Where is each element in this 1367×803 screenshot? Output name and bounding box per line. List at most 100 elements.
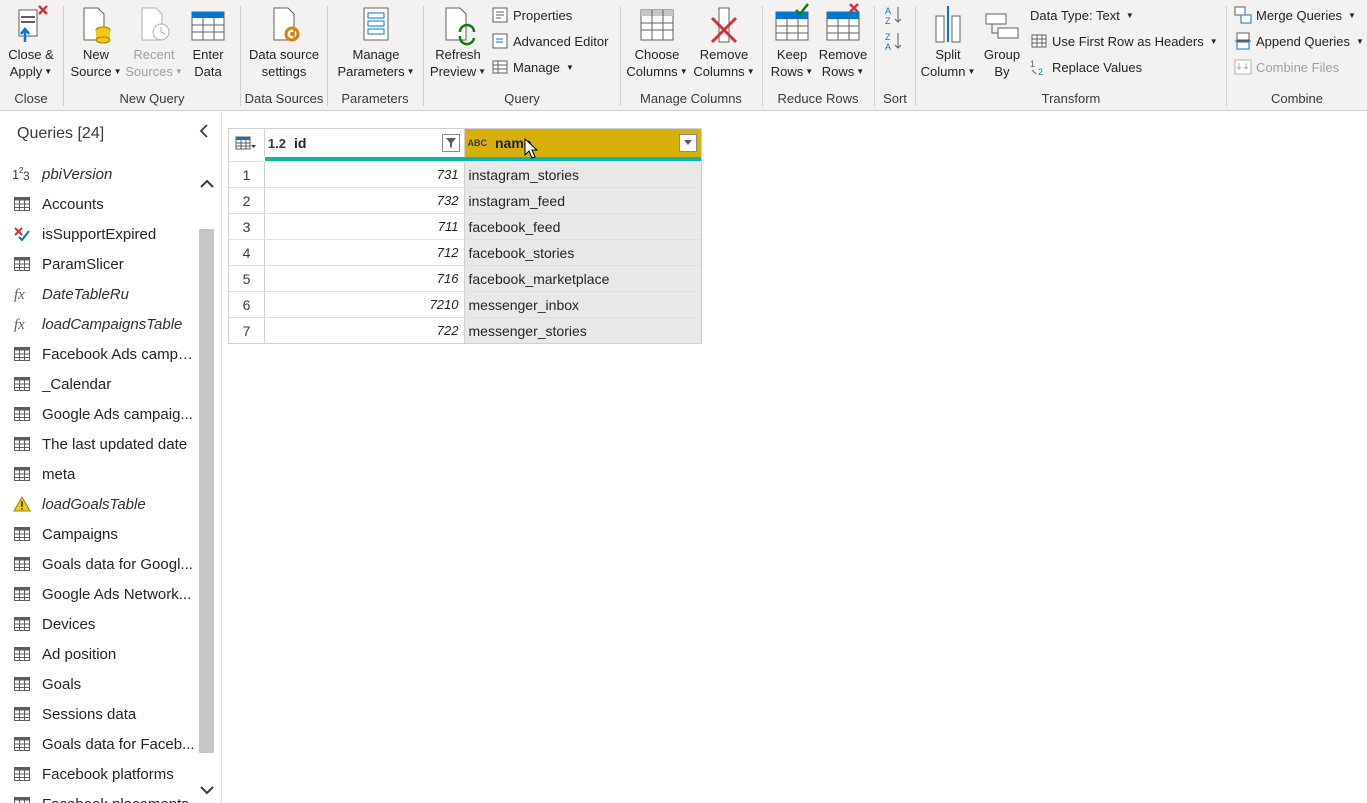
query-item[interactable]: isSupportExpired [0,219,197,249]
row-number[interactable]: 6 [229,292,265,317]
split-column-button[interactable]: Split Column ▼ [920,2,976,84]
close-apply-button[interactable]: Close & Apply ▼ [5,2,57,84]
append-queries-button[interactable]: Append Queries ▼ [1234,30,1364,52]
merge-queries-button[interactable]: Merge Queries ▼ [1234,4,1356,26]
grid-header: 1.2 id ABC name [229,129,701,157]
caret-down-icon: ▼ [406,67,415,76]
query-item[interactable]: meta [0,459,197,489]
replace-values-button[interactable]: 12 Replace Values [1030,56,1142,78]
query-item[interactable]: ParamSlicer [0,249,197,279]
choose-columns-button[interactable]: Choose Columns ▼ [625,2,689,84]
cell-name[interactable]: instagram_feed [464,188,701,213]
data-type-dropdown[interactable]: Data Type: Text ▼ [1030,4,1134,26]
group-by-button[interactable]: Group By [980,2,1024,84]
row-number[interactable]: 5 [229,266,265,291]
svg-text:fx: fx [14,317,25,332]
remove-columns-button[interactable]: Remove Columns ▼ [691,2,757,84]
column-header-id[interactable]: 1.2 id [264,129,465,157]
query-item-label: Ad position [42,645,117,663]
recent-sources-button[interactable]: Recent Sources ▼ [124,2,184,84]
query-item[interactable]: 1 2 3 pbiVersion [0,159,197,189]
query-item[interactable]: Google Ads Network... [0,579,197,609]
query-item[interactable]: fx DateTableRu [0,279,197,309]
queries-pane-title: Queries [24] [17,125,105,142]
svg-text:Z: Z [885,32,891,42]
query-item[interactable]: Devices [0,609,197,639]
row-number[interactable]: 1 [229,162,265,187]
cell-id[interactable]: 716 [264,266,465,291]
refresh-preview-button[interactable]: Refresh Preview ▼ [428,2,488,84]
query-item[interactable]: Campaigns [0,519,197,549]
query-item-label: _Calendar [42,375,112,393]
cell-name[interactable]: messenger_stories [464,318,701,343]
cell-id[interactable]: 722 [264,318,465,343]
query-item[interactable]: Google Ads campaig... [0,399,197,429]
cell-id[interactable]: 711 [264,214,465,239]
use-first-row-headers-button[interactable]: Use First Row as Headers ▼ [1030,30,1218,52]
table-row: 6 7210 messenger_inbox [229,291,701,317]
row-number[interactable]: 3 [229,214,265,239]
query-item[interactable]: Facebook placements [0,789,197,803]
choose-columns-icon [637,2,677,46]
column-header-name[interactable]: ABC name [464,129,701,157]
enter-data-button[interactable]: Enter Data [186,2,230,84]
scrollbar-thumb[interactable] [199,229,214,753]
query-item[interactable]: Sessions data [0,699,197,729]
keep-rows-button[interactable]: Keep Rows ▼ [767,2,817,84]
manage-parameters-button[interactable]: Manage Parameters ▼ [334,2,418,84]
text-type-icon[interactable]: ABC [468,138,488,148]
cell-id[interactable]: 731 [264,162,465,187]
row-number[interactable]: 7 [229,318,265,343]
scroll-down-icon[interactable] [197,781,217,799]
group-label-new-query: New Query [119,91,185,106]
collapse-pane-icon[interactable] [198,123,214,143]
group-label-data-sources: Data Sources [244,91,324,106]
query-item[interactable]: Goals data for Googl... [0,549,197,579]
scroll-up-icon[interactable] [197,175,217,193]
cell-name[interactable]: facebook_feed [464,214,701,239]
query-item[interactable]: Ad position [0,639,197,669]
table-icon [12,435,32,453]
query-item-label: meta [42,465,76,483]
advanced-editor-button[interactable]: Advanced Editor [491,30,608,52]
cell-name[interactable]: instagram_stories [464,162,701,187]
queries-scrollbar[interactable] [197,173,217,803]
svg-text:3: 3 [23,169,30,182]
cell-name[interactable]: messenger_inbox [464,292,701,317]
table-menu-button[interactable] [229,129,265,157]
query-item[interactable]: Facebook Ads campa... [0,339,197,369]
filter-applied-button[interactable] [441,134,460,152]
new-source-button[interactable]: New Source ▼ [68,2,124,84]
table-icon [12,765,32,783]
properties-button[interactable]: Properties [491,4,572,26]
sort-ascending-button[interactable]: AZ [884,4,902,26]
query-item[interactable]: _Calendar [0,369,197,399]
queries-list: 1 2 3 pbiVersion Accounts isSupportExpired Par… [0,159,197,803]
query-item[interactable]: The last updated date [0,429,197,459]
query-item[interactable]: Accounts [0,189,197,219]
cell-name[interactable]: facebook_marketplace [464,266,701,291]
cell-id[interactable]: 732 [264,188,465,213]
group-label-parameters: Parameters [341,91,409,106]
query-item[interactable]: Goals data for Faceb... [0,729,197,759]
caret-down-icon: ▼ [1347,10,1356,20]
sort-descending-button[interactable]: ZA [884,30,902,52]
cell-id[interactable]: 712 [264,240,465,265]
data-source-settings-button[interactable]: Data source settings [245,2,323,84]
remove-rows-button[interactable]: Remove Rows ▼ [817,2,869,84]
combine-files-button[interactable]: Combine Files [1234,56,1339,78]
cell-name[interactable]: facebook_stories [464,240,701,265]
query-item[interactable]: Facebook platforms [0,759,197,789]
cell-id[interactable]: 7210 [264,292,465,317]
data-source-settings-icon [264,2,304,46]
manage-button[interactable]: Manage ▼ [491,56,574,78]
query-item[interactable]: Goals [0,669,197,699]
row-number[interactable]: 4 [229,240,265,265]
row-number[interactable]: 2 [229,188,265,213]
advanced-editor-icon [491,32,509,50]
query-item[interactable]: loadGoalsTable [0,489,197,519]
query-item[interactable]: fx loadCampaignsTable [0,309,197,339]
column-dropdown-button[interactable] [679,134,697,152]
decimal-type-icon[interactable]: 1.2 [268,136,286,151]
group-data-sources: Data source settings Data Sources [241,0,327,110]
